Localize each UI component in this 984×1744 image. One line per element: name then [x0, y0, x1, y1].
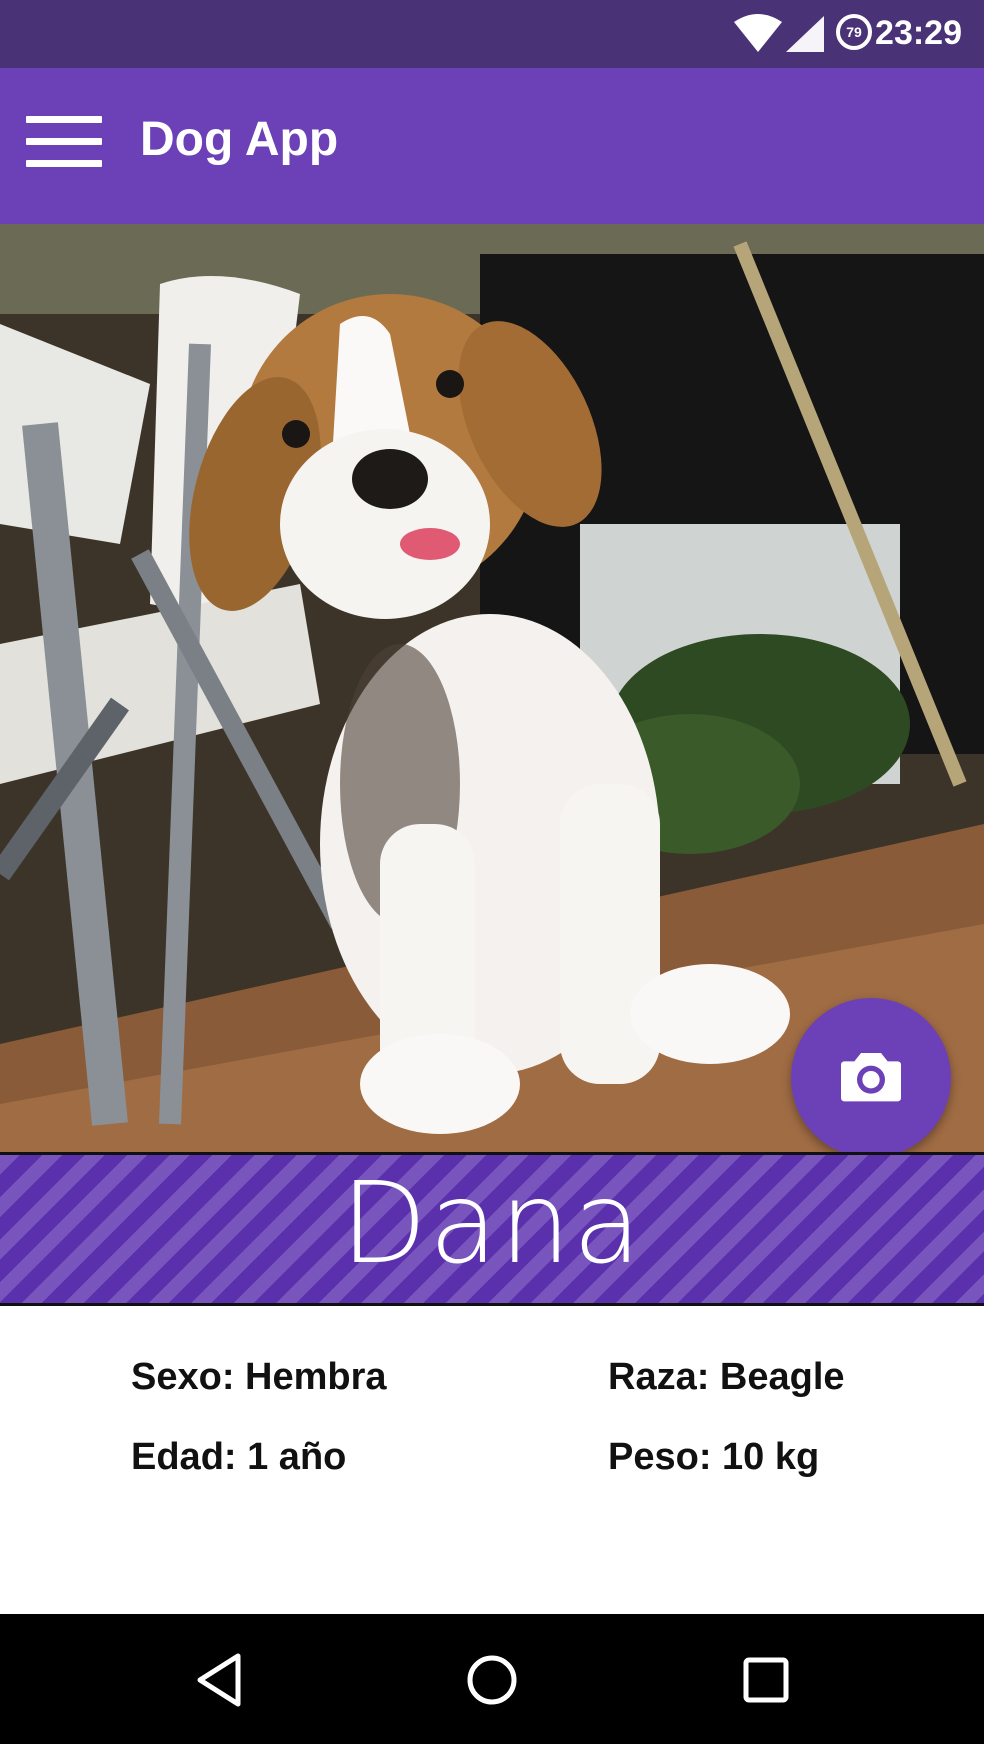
dog-info: Sexo: Hembra Raza: Beagle Edad: 1 año Pe…	[0, 1306, 984, 1614]
battery-level: 79	[846, 24, 862, 40]
camera-button[interactable]	[791, 998, 951, 1152]
status-bar: 79 23:29	[0, 0, 984, 68]
battery-icon: 79	[836, 14, 872, 50]
hamburger-menu-icon[interactable]	[26, 116, 102, 168]
name-banner: Dana	[0, 1152, 984, 1306]
breed-label: Raza: Beagle	[608, 1356, 845, 1398]
recents-icon	[743, 1657, 789, 1703]
cell-signal-icon	[786, 16, 824, 52]
status-time: 23:29	[875, 14, 962, 52]
home-button[interactable]	[460, 1648, 524, 1712]
back-icon	[197, 1653, 241, 1707]
navigation-bar	[0, 1614, 984, 1744]
camera-icon	[841, 1053, 901, 1102]
recents-button[interactable]	[734, 1648, 798, 1712]
dog-photo	[0, 224, 984, 1152]
weight-label: Peso: 10 kg	[608, 1436, 820, 1478]
sex-label: Sexo: Hembra	[131, 1356, 387, 1398]
back-button[interactable]	[188, 1648, 252, 1712]
app-bar: Dog App	[0, 68, 984, 224]
age-label: Edad: 1 año	[131, 1436, 347, 1478]
home-icon	[467, 1655, 517, 1705]
app-title: Dog App	[140, 113, 339, 166]
dog-name: Dana	[340, 1159, 644, 1289]
wifi-icon	[734, 14, 782, 52]
